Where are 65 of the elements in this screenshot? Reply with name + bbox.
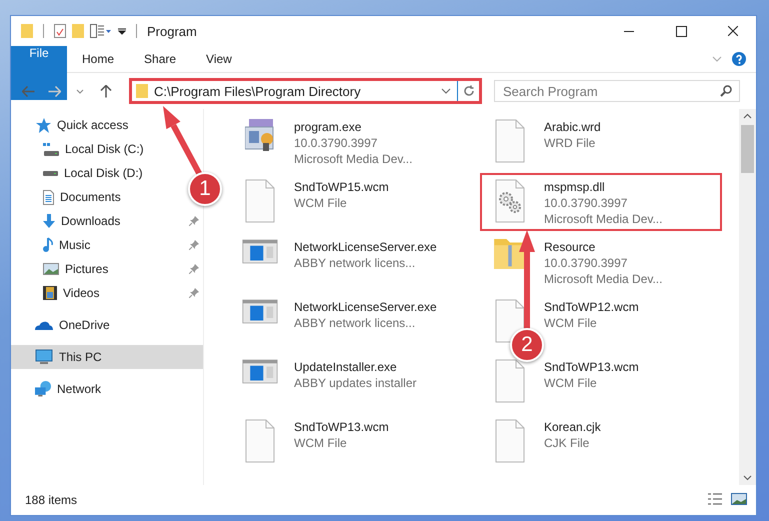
cloud-icon <box>35 320 53 330</box>
scrollbar[interactable] <box>739 109 756 485</box>
drive-icon <box>43 170 58 176</box>
close-icon <box>728 26 738 36</box>
document-icon <box>495 419 525 463</box>
minimize-icon <box>624 30 634 32</box>
ribbon-tab[interactable]: View <box>191 46 247 72</box>
chevron-down-icon <box>76 88 84 94</box>
file-name[interactable]: UpdateInstaller.exe <box>294 359 397 375</box>
scrollbar-thumb[interactable] <box>741 125 754 173</box>
navigation-item[interactable]: Local Disk (C:) <box>11 137 148 161</box>
maximize-icon <box>676 26 686 36</box>
navigation-item[interactable]: Videos <box>11 281 203 305</box>
network-icon <box>35 381 51 397</box>
folder-icon <box>21 24 33 38</box>
search-icon <box>720 85 732 97</box>
picture-icon <box>731 492 747 504</box>
document-icon <box>495 119 525 163</box>
navigation-item[interactable]: Documents <box>11 185 125 209</box>
properties-icon[interactable] <box>54 24 66 38</box>
application-window-icon <box>242 299 278 324</box>
download-icon <box>43 214 55 228</box>
file-detail: ABBY updates installer <box>294 375 417 391</box>
navigation-item[interactable]: This PC <box>11 345 203 369</box>
star-icon <box>35 118 51 132</box>
dropdown-icon[interactable] <box>118 28 126 34</box>
document-icon <box>245 419 275 463</box>
arrow <box>163 106 203 176</box>
file-name[interactable]: mspmsp.dll <box>544 179 605 195</box>
folder-icon <box>136 84 148 98</box>
picture-icon <box>43 263 59 275</box>
drive-icon <box>43 142 59 156</box>
application-window-icon <box>242 359 278 384</box>
folder-icon <box>494 239 526 269</box>
ribbon-tab[interactable]: Home <box>67 46 130 72</box>
music-note-icon <box>43 237 53 253</box>
navigation-item[interactable]: Pictures <box>11 257 203 281</box>
back-arrow-icon <box>22 86 34 96</box>
help-icon[interactable] <box>732 52 746 66</box>
document-icon <box>495 359 525 403</box>
film-icon <box>43 286 57 300</box>
customize-toolbar-icon[interactable] <box>90 24 112 38</box>
search-field[interactable]: Search Program <box>494 80 740 102</box>
list-icon <box>707 492 723 504</box>
forward-arrow-icon <box>48 86 60 96</box>
computer-icon <box>35 349 53 365</box>
window-title: Program <box>147 24 197 38</box>
navigation-item[interactable]: Downloads <box>11 209 203 233</box>
up-arrow-icon <box>100 84 112 98</box>
address-bar[interactable]: C:\Program Files\Program Directory <box>129 78 482 104</box>
navigation-item[interactable]: OneDrive <box>11 313 114 337</box>
file-name[interactable]: Korean.cjk <box>544 419 601 435</box>
application-window-icon <box>242 239 278 264</box>
item-count: 188 items <box>25 493 78 507</box>
installer-icon <box>245 119 275 151</box>
document-icon <box>43 190 54 204</box>
navigation-item[interactable]: Quick access <box>11 113 132 137</box>
gear-file-icon <box>495 179 525 223</box>
navigation-item[interactable]: Network <box>11 377 106 401</box>
document-icon <box>245 179 275 223</box>
navigation-item[interactable]: Local Disk (D:) <box>11 161 147 185</box>
ribbon-tab[interactable]: Share <box>129 46 192 72</box>
navigation-item[interactable]: Music <box>11 233 203 257</box>
file-menu-tab[interactable]: File <box>11 46 67 100</box>
refresh-icon <box>463 85 474 97</box>
